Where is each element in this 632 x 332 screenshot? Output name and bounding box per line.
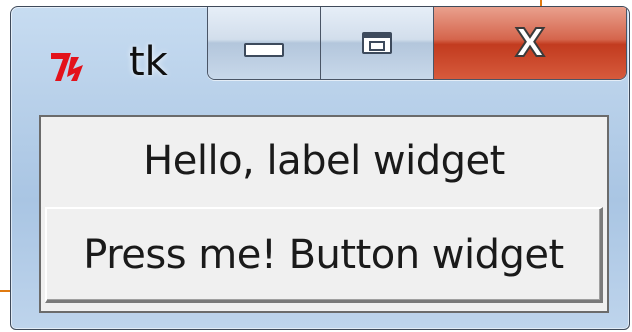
press-me-button[interactable]: Press me! Button widget (45, 207, 603, 303)
tk-window: tk X Hello, label widget Press me! Butto… (10, 6, 630, 330)
window-title: tk (129, 39, 168, 85)
close-icon: X (514, 21, 545, 65)
tk-feather-icon[interactable] (49, 47, 89, 87)
title-bar[interactable]: tk X (11, 7, 629, 107)
minimize-icon (244, 43, 284, 57)
caption-buttons: X (207, 7, 627, 80)
label-widget: Hello, label widget (143, 138, 505, 184)
maximize-button[interactable] (321, 7, 434, 79)
minimize-button[interactable] (208, 7, 321, 79)
close-button[interactable]: X (434, 7, 626, 79)
maximize-icon (362, 32, 392, 54)
client-area: Hello, label widget Press me! Button wid… (39, 115, 609, 313)
